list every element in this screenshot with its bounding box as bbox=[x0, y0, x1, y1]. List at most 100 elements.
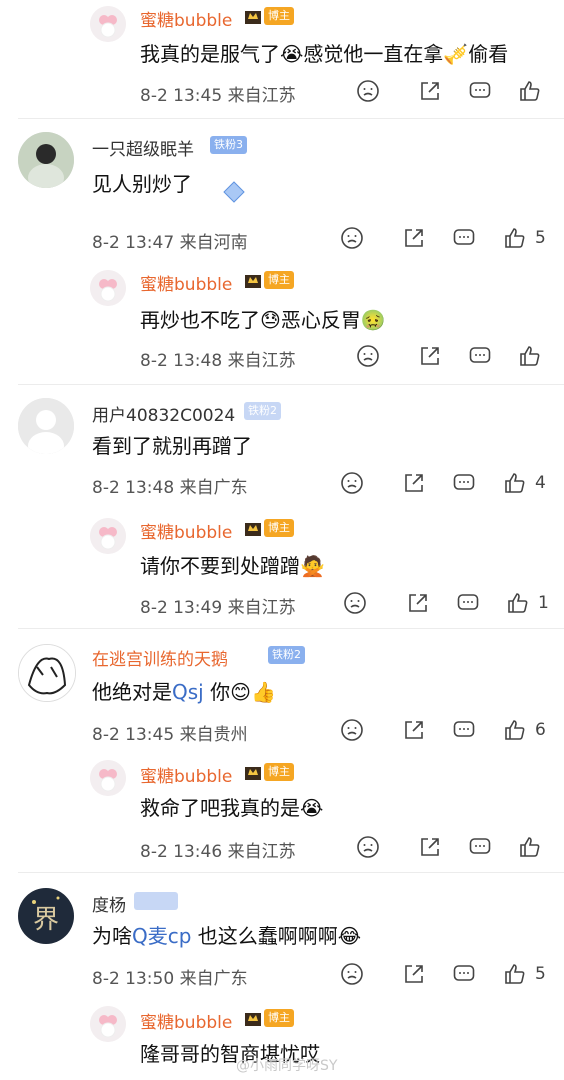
share-icon[interactable] bbox=[402, 226, 426, 250]
like-count: 4 bbox=[535, 473, 546, 493]
topic-link[interactable]: Q麦cp bbox=[132, 924, 191, 948]
thumb-up-icon[interactable] bbox=[503, 718, 527, 742]
divider bbox=[18, 872, 564, 873]
thumb-up-icon[interactable] bbox=[503, 471, 527, 495]
divider bbox=[18, 628, 564, 629]
comment-main: 在逃宫训练的天鹅 铁粉2 他绝对是Qsj 你😊👍 8-2 13:45 来自贵州 … bbox=[0, 640, 564, 750]
blogger-badge: 博主 bbox=[264, 519, 294, 537]
svg-text:界: 界 bbox=[33, 905, 59, 935]
comment-icon[interactable] bbox=[452, 471, 476, 495]
comment-icon[interactable] bbox=[452, 962, 476, 986]
username[interactable]: 蜜糖bubble bbox=[140, 6, 232, 31]
comment-time: 8-2 13:45 来自贵州 bbox=[92, 725, 248, 745]
comment-main: 用户40832C0024 铁粉2 看到了就别再蹭了 8-2 13:48 来自广东… bbox=[0, 396, 564, 506]
comment-icon[interactable] bbox=[456, 591, 480, 615]
crown-icon bbox=[244, 1009, 262, 1027]
like-count: 6 bbox=[535, 720, 546, 740]
avatar[interactable] bbox=[90, 760, 126, 796]
avatar[interactable] bbox=[90, 270, 126, 306]
thumb-up-icon[interactable] bbox=[518, 79, 542, 103]
comment-text: 再炒也不吃了😓恶心反胃🤢 bbox=[140, 308, 386, 332]
avatar[interactable] bbox=[90, 518, 126, 554]
comment-text: 我真的是服气了😭感觉他一直在拿🎺偷看 bbox=[140, 42, 509, 66]
comment-icon[interactable] bbox=[468, 79, 492, 103]
comment-time: 8-2 13:46 来自江苏 bbox=[140, 842, 296, 862]
share-icon[interactable] bbox=[418, 835, 442, 859]
topic-link[interactable]: Qsj bbox=[172, 680, 204, 704]
divider bbox=[18, 384, 564, 385]
frown-icon[interactable] bbox=[343, 591, 367, 615]
comment-reply: 蜜糖bubble 博主 请你不要到处蹭蹭🙅 8-2 13:49 来自江苏 1 bbox=[0, 510, 564, 620]
thumb-up-icon[interactable] bbox=[503, 226, 527, 250]
avatar[interactable] bbox=[90, 1006, 126, 1042]
frown-icon[interactable] bbox=[340, 471, 364, 495]
username[interactable]: 一只超级眠羊 bbox=[92, 135, 194, 160]
comment-time: 8-2 13:48 来自江苏 bbox=[140, 351, 296, 371]
username[interactable]: 度杨 bbox=[92, 891, 126, 916]
thumb-up-icon[interactable] bbox=[518, 835, 542, 859]
like-count: 5 bbox=[535, 964, 546, 984]
fan-badge bbox=[134, 892, 178, 910]
comment-reply: 蜜糖bubble 博主 再炒也不吃了😓恶心反胃🤢 8-2 13:48 来自江苏 bbox=[0, 262, 564, 382]
divider bbox=[18, 118, 564, 119]
crown-icon bbox=[244, 519, 262, 537]
frown-icon[interactable] bbox=[356, 344, 380, 368]
avatar[interactable]: 界 bbox=[18, 888, 74, 944]
frown-icon[interactable] bbox=[340, 718, 364, 742]
fan-badge: 铁粉3 bbox=[210, 136, 247, 154]
comment-time: 8-2 13:50 来自广东 bbox=[92, 969, 248, 989]
share-icon[interactable] bbox=[418, 344, 442, 368]
comment-icon[interactable] bbox=[468, 344, 492, 368]
comment-text: 见人别炒了 bbox=[92, 172, 192, 196]
frown-icon[interactable] bbox=[340, 226, 364, 250]
blogger-badge: 博主 bbox=[264, 763, 294, 781]
comment-text: 请你不要到处蹭蹭🙅 bbox=[140, 554, 325, 578]
crown-icon bbox=[244, 7, 262, 25]
blogger-badge: 博主 bbox=[264, 271, 294, 289]
comment-time: 8-2 13:49 来自江苏 bbox=[140, 598, 296, 618]
frown-icon[interactable] bbox=[356, 835, 380, 859]
share-icon[interactable] bbox=[402, 962, 426, 986]
username[interactable]: 在逃宫训练的天鹅 bbox=[92, 645, 228, 670]
avatar[interactable] bbox=[18, 132, 74, 188]
share-icon[interactable] bbox=[402, 718, 426, 742]
comment-time: 8-2 13:45 来自江苏 bbox=[140, 86, 296, 106]
blogger-badge: 博主 bbox=[264, 7, 294, 25]
watermark: @小雨同学呀SY bbox=[236, 1058, 338, 1074]
username[interactable]: 蜜糖bubble bbox=[140, 270, 232, 295]
thumb-up-icon[interactable] bbox=[503, 962, 527, 986]
frown-icon[interactable] bbox=[356, 79, 380, 103]
username[interactable]: 蜜糖bubble bbox=[140, 762, 232, 787]
comment-text: 看到了就别再蹭了 bbox=[92, 434, 252, 458]
frown-icon[interactable] bbox=[340, 962, 364, 986]
thumb-up-icon[interactable] bbox=[506, 591, 530, 615]
avatar[interactable] bbox=[90, 6, 126, 42]
share-icon[interactable] bbox=[406, 591, 430, 615]
blogger-badge: 博主 bbox=[264, 1009, 294, 1027]
crown-icon bbox=[244, 763, 262, 781]
thumb-up-icon[interactable] bbox=[518, 344, 542, 368]
like-count: 1 bbox=[538, 593, 549, 613]
avatar[interactable] bbox=[18, 644, 76, 702]
crown-icon bbox=[244, 271, 262, 289]
fan-badge: 铁粉2 bbox=[268, 646, 305, 664]
username[interactable]: 蜜糖bubble bbox=[140, 1008, 232, 1033]
comment-reply: 蜜糖bubble 博主 我真的是服气了😭感觉他一直在拿🎺偷看 8-2 13:45… bbox=[0, 0, 564, 110]
comment-text: 救命了吧我真的是😭 bbox=[140, 796, 324, 820]
comment-reply: 蜜糖bubble 博主 救命了吧我真的是😭 8-2 13:46 来自江苏 bbox=[0, 754, 564, 864]
fan-badge: 铁粉2 bbox=[244, 402, 281, 420]
comment-time: 8-2 13:48 来自广东 bbox=[92, 478, 248, 498]
username[interactable]: 蜜糖bubble bbox=[140, 518, 232, 543]
comment-text: 为啥Q麦cp 也这么蠢啊啊啊😂 bbox=[92, 924, 362, 948]
username[interactable]: 用户40832C0024 bbox=[92, 401, 235, 426]
share-icon[interactable] bbox=[418, 79, 442, 103]
comment-icon[interactable] bbox=[468, 835, 492, 859]
comment-icon[interactable] bbox=[452, 226, 476, 250]
share-icon[interactable] bbox=[402, 471, 426, 495]
comment-text: 他绝对是Qsj 你😊👍 bbox=[92, 680, 276, 704]
diamond-icon bbox=[222, 180, 246, 204]
avatar[interactable] bbox=[18, 398, 74, 454]
comment-time: 8-2 13:47 来自河南 bbox=[92, 233, 248, 253]
comment-main: 一只超级眠羊 铁粉3 见人别炒了 8-2 13:47 来自河南 5 bbox=[0, 130, 564, 260]
comment-icon[interactable] bbox=[452, 718, 476, 742]
